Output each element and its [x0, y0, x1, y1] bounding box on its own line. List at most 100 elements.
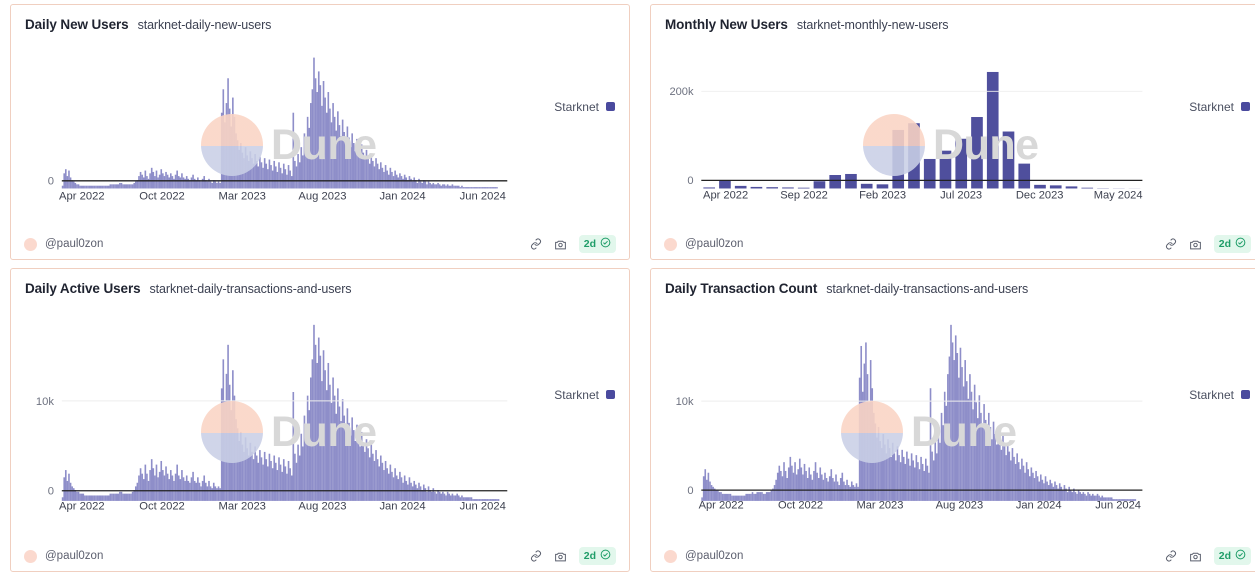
verified-check-icon: [600, 237, 611, 251]
panel-header: Monthly New Users starknet-monthly-new-u…: [651, 5, 1255, 32]
panel-title: Daily New Users: [25, 17, 129, 32]
author-handle[interactable]: @paul0zon: [45, 550, 103, 562]
avatar: [664, 237, 677, 251]
svg-text:Mar 2023: Mar 2023: [219, 190, 266, 202]
footer-icon-group: 2d: [530, 235, 616, 253]
panel-daily-new-users[interactable]: Daily New Users starknet-daily-new-users…: [10, 4, 630, 260]
panel-title: Monthly New Users: [665, 17, 788, 32]
svg-text:10k: 10k: [676, 396, 694, 408]
svg-text:10k: 10k: [36, 396, 54, 408]
avatar: [664, 549, 677, 563]
embed-link-icon[interactable]: [1165, 238, 1177, 250]
freshness-label: 2d: [583, 238, 596, 250]
avatar: [24, 549, 37, 563]
svg-text:Jan 2024: Jan 2024: [379, 500, 425, 512]
footer-icon-group: 2d: [1165, 235, 1251, 253]
chart-area: 10k 0 Apr 2022 Oct 2022 Mar 2023 Aug 2023 Jan …: [11, 296, 629, 541]
legend-label: Starknet: [554, 99, 599, 114]
svg-text:Feb 2023: Feb 2023: [859, 190, 906, 202]
svg-text:0: 0: [687, 485, 693, 497]
svg-text:Mar 2023: Mar 2023: [219, 500, 266, 512]
svg-text:Jun 2024: Jun 2024: [1095, 499, 1141, 511]
legend-color-swatch[interactable]: [1241, 390, 1250, 399]
chart-axis-overlay: 10k 0 Apr 2022 Oct 2022 Mar 2023 Aug 2023 Jan …: [36, 396, 508, 512]
camera-icon[interactable]: [554, 550, 567, 563]
svg-text:Jul 2023: Jul 2023: [940, 190, 982, 202]
svg-text:Aug 2023: Aug 2023: [298, 190, 346, 202]
chart-legend: Starknet: [1154, 296, 1255, 541]
dashboard-grid: Daily New Users starknet-daily-new-users…: [0, 0, 1255, 573]
legend-color-swatch[interactable]: [606, 390, 615, 399]
chart-legend: Starknet: [1154, 32, 1255, 229]
freshness-badge[interactable]: 2d: [1213, 547, 1251, 565]
embed-link-icon[interactable]: [1165, 550, 1177, 562]
svg-text:Aug 2023: Aug 2023: [298, 500, 346, 512]
svg-text:0: 0: [48, 176, 54, 188]
freshness-badge[interactable]: 2d: [1213, 235, 1251, 253]
legend-label: Starknet: [1189, 99, 1234, 114]
chart-axis-overlay: 0 Apr 2022 Oct 2022 Mar 2023 Aug 2023 Jan 202…: [48, 176, 508, 202]
plot-wrap[interactable]: 10k 0 Apr 2022 Oct 2022 Mar 2023 Aug 2023 Jan …: [651, 296, 1154, 541]
footer-icon-group: 2d: [530, 547, 616, 565]
panel-daily-transaction-count[interactable]: Daily Transaction Count starknet-daily-t…: [650, 268, 1255, 572]
legend-label: Starknet: [554, 387, 599, 402]
panel-subtitle[interactable]: starknet-daily-transactions-and-users: [826, 282, 1028, 296]
panel-subtitle[interactable]: starknet-daily-transactions-and-users: [150, 282, 352, 296]
svg-text:Oct 2022: Oct 2022: [139, 190, 185, 202]
panel-title: Daily Active Users: [25, 281, 141, 296]
panel-footer: @paul0zon 2d: [651, 229, 1255, 259]
panel-header: Daily Active Users starknet-daily-transa…: [11, 269, 629, 296]
panel-footer: @paul0zon 2d: [651, 541, 1255, 571]
avatar: [24, 237, 37, 251]
embed-link-icon[interactable]: [530, 550, 542, 562]
plot-wrap[interactable]: 10k 0 Apr 2022 Oct 2022 Mar 2023 Aug 2023 Jan …: [11, 296, 519, 541]
camera-icon[interactable]: [554, 238, 567, 251]
verified-check-icon: [600, 549, 611, 563]
author-handle[interactable]: @paul0zon: [685, 550, 743, 562]
panel-subtitle[interactable]: starknet-daily-new-users: [138, 18, 272, 32]
author-block[interactable]: @paul0zon: [664, 549, 743, 563]
chart-area: 0 Apr 2022 Oct 2022 Mar 2023 Aug 2023 Jan 202…: [11, 32, 629, 229]
svg-text:Sep 2022: Sep 2022: [780, 190, 828, 202]
panel-daily-active-users[interactable]: Daily Active Users starknet-daily-transa…: [10, 268, 630, 572]
svg-text:Apr 2022: Apr 2022: [59, 190, 105, 202]
legend-label: Starknet: [1189, 387, 1234, 402]
svg-text:0: 0: [687, 175, 693, 187]
svg-text:Oct 2022: Oct 2022: [778, 499, 823, 511]
chart-legend: Starknet: [519, 32, 629, 229]
svg-text:May 2024: May 2024: [1094, 190, 1143, 202]
freshness-label: 2d: [583, 550, 596, 562]
chart-legend: Starknet: [519, 296, 629, 541]
svg-text:Jan 2024: Jan 2024: [379, 190, 425, 202]
panel-monthly-new-users[interactable]: Monthly New Users starknet-monthly-new-u…: [650, 4, 1255, 260]
chart-area: 200k 0 Apr 2022 Sep 2022 Feb 2023 Jul 2023 Dec…: [651, 32, 1255, 229]
svg-text:Apr 2022: Apr 2022: [699, 499, 744, 511]
legend-color-swatch[interactable]: [1241, 102, 1250, 111]
plot-wrap[interactable]: 0 Apr 2022 Oct 2022 Mar 2023 Aug 2023 Jan 202…: [11, 32, 519, 229]
svg-text:Jun 2024: Jun 2024: [460, 500, 506, 512]
svg-text:Apr 2022: Apr 2022: [59, 500, 105, 512]
camera-icon[interactable]: [1189, 550, 1202, 563]
plot-wrap[interactable]: 200k 0 Apr 2022 Sep 2022 Feb 2023 Jul 2023 Dec…: [651, 32, 1154, 229]
author-handle[interactable]: @paul0zon: [45, 238, 103, 250]
panel-subtitle[interactable]: starknet-monthly-new-users: [797, 18, 949, 32]
freshness-badge[interactable]: 2d: [578, 235, 616, 253]
svg-text:Jan 2024: Jan 2024: [1016, 499, 1062, 511]
author-block[interactable]: @paul0zon: [24, 549, 103, 563]
freshness-label: 2d: [1218, 550, 1231, 562]
camera-icon[interactable]: [1189, 238, 1202, 251]
author-block[interactable]: @paul0zon: [664, 237, 743, 251]
svg-text:Jun 2024: Jun 2024: [460, 190, 506, 202]
footer-icon-group: 2d: [1165, 547, 1251, 565]
author-handle[interactable]: @paul0zon: [685, 238, 743, 250]
verified-check-icon: [1235, 237, 1246, 251]
svg-text:0: 0: [48, 486, 54, 498]
freshness-badge[interactable]: 2d: [578, 547, 616, 565]
panel-footer: @paul0zon 2d: [11, 541, 629, 571]
legend-color-swatch[interactable]: [606, 102, 615, 111]
freshness-label: 2d: [1218, 238, 1231, 250]
embed-link-icon[interactable]: [530, 238, 542, 250]
chart-area: 10k 0 Apr 2022 Oct 2022 Mar 2023 Aug 2023 Jan …: [651, 296, 1255, 541]
author-block[interactable]: @paul0zon: [24, 237, 103, 251]
verified-check-icon: [1235, 549, 1246, 563]
